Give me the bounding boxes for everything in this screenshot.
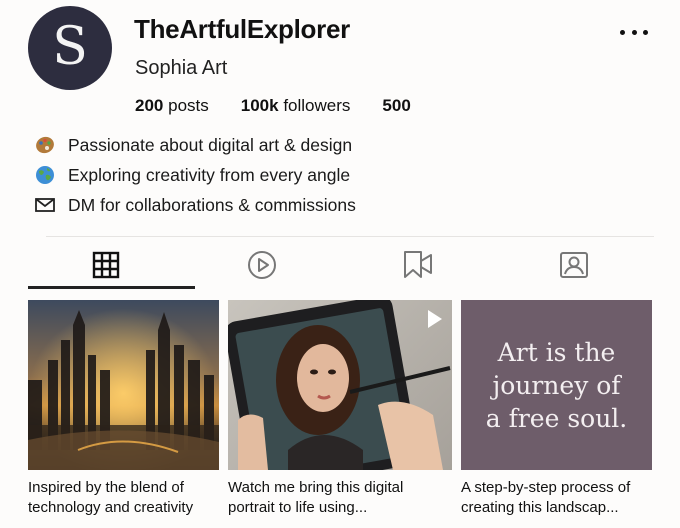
post-caption: A step-by-step process of creating this … [461, 479, 631, 516]
profile-bio: Passionate about digital art & design Ex… [34, 130, 356, 220]
bio-text: Exploring creativity from every angle [68, 164, 351, 185]
tab-tagged[interactable] [496, 240, 652, 290]
post-caption: Inspired by the blend of technology and … [28, 479, 194, 516]
divider [46, 236, 654, 237]
following-count: 500 [382, 96, 411, 115]
grid-icon [92, 251, 120, 279]
posts-grid: Inspired by the blend of technology and … [28, 300, 652, 518]
video-indicator-icon [428, 310, 442, 328]
following-stat[interactable]: 500 [382, 96, 410, 116]
tab-saved[interactable] [340, 240, 496, 290]
bio-line: DM for collaborations & commissions [34, 190, 356, 220]
post-card[interactable]: Art is the journey of a free soul. A step-… [461, 300, 652, 518]
posts-stat[interactable]: 200 posts [135, 96, 209, 116]
post-card[interactable]: Watch me bring this digital portrait to … [228, 300, 452, 518]
quote-text: Art is the journey of a free soul. [485, 337, 628, 433]
palette-icon [34, 134, 56, 156]
post-thumbnail[interactable] [28, 300, 219, 470]
profile-tabs [28, 240, 652, 290]
profile-username: TheArtfulExplorer [134, 14, 350, 44]
posts-label: posts [168, 96, 209, 115]
post-thumbnail[interactable]: Art is the journey of a free soul. [461, 300, 652, 470]
globe-icon [34, 164, 56, 186]
followers-stat[interactable]: 100k followers [241, 96, 351, 116]
profile-display-name: Sophia Art [135, 57, 228, 79]
followers-count: 100k [240, 96, 279, 115]
bio-line: Passionate about digital art & design [34, 130, 356, 160]
bio-text: Passionate about digital art & design [68, 134, 353, 155]
tagged-person-icon [560, 252, 588, 278]
post-card[interactable]: Inspired by the blend of technology and … [28, 300, 219, 518]
more-options-icon[interactable] [620, 22, 648, 42]
profile-avatar[interactable]: S [28, 6, 112, 90]
tab-grid[interactable] [28, 240, 184, 290]
posts-count: 200 [135, 96, 164, 115]
post-thumbnail[interactable] [228, 300, 452, 470]
bio-line: Exploring creativity from every angle [34, 160, 356, 190]
bio-text: DM for collaborations & commissions [68, 194, 356, 215]
envelope-icon [34, 194, 56, 216]
post-caption: Watch me bring this digital portrait to … [228, 479, 404, 516]
followers-label: followers [283, 96, 351, 115]
tab-reels[interactable] [184, 240, 340, 290]
play-icon [248, 251, 276, 279]
bookmark-video-icon [404, 251, 432, 278]
profile-stats: 200 posts 100k followers 500 [135, 96, 443, 116]
active-tab-underline [28, 286, 195, 289]
avatar-letter: S [52, 17, 88, 77]
